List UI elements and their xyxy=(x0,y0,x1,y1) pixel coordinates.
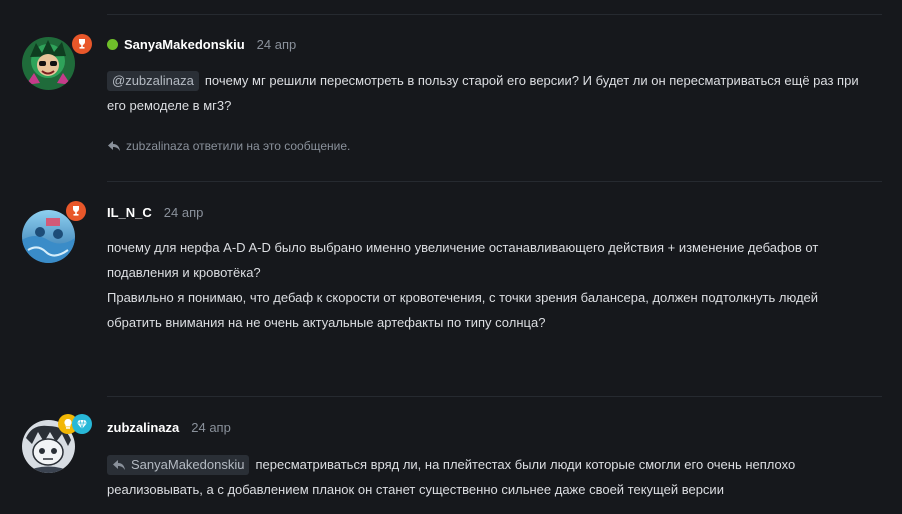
post-body: почему для нерфа A-D A-D было выбрано им… xyxy=(107,235,867,335)
diamond-icon xyxy=(72,414,92,434)
divider xyxy=(107,396,882,397)
trophy-icon xyxy=(72,34,92,54)
post-date[interactable]: 24 апр xyxy=(257,37,297,52)
replied-note-text: zubzalinaza ответили на это сообщение. xyxy=(126,139,351,153)
username[interactable]: IL_N_C xyxy=(107,205,152,220)
avatar[interactable] xyxy=(22,37,75,90)
trophy-icon xyxy=(66,201,86,221)
post-body: SanyaMakedonskiu пересматриваться вряд ли… xyxy=(107,452,867,502)
username[interactable]: SanyaMakedonskiu xyxy=(124,37,245,52)
mention[interactable]: @zubzalinaza xyxy=(107,71,199,91)
post-header: zubzalinaza 24 апр xyxy=(107,417,231,437)
divider xyxy=(107,181,882,182)
username[interactable]: zubzalinaza xyxy=(107,420,179,435)
reply-quote[interactable]: SanyaMakedonskiu xyxy=(107,455,250,475)
replied-note[interactable]: zubzalinaza ответили на это сообщение. xyxy=(107,139,350,153)
reply-icon xyxy=(113,460,125,470)
reply-quote-user: SanyaMakedonskiu xyxy=(131,457,245,472)
reply-icon xyxy=(108,141,120,151)
post-header: IL_N_C 24 апр xyxy=(107,202,203,222)
online-indicator xyxy=(107,38,118,50)
post-header: SanyaMakedonskiu 24 апр xyxy=(107,34,296,54)
avatar[interactable] xyxy=(22,210,75,263)
post-body: @zubzalinaza почему мг решили пересмотрет… xyxy=(107,68,867,118)
post-date[interactable]: 24 апр xyxy=(164,205,204,220)
post-text: почему мг решили пересмотреть в пользу с… xyxy=(107,73,859,113)
post-date[interactable]: 24 апр xyxy=(191,420,231,435)
post-paragraph: Правильно я понимаю, что дебаф к скорост… xyxy=(107,290,819,330)
top-divider xyxy=(107,14,882,15)
post-paragraph: почему для нерфа A-D A-D было выбрано им… xyxy=(107,240,819,280)
